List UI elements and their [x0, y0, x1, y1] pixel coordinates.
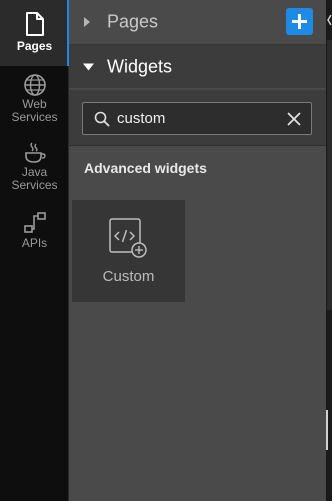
page-icon [25, 12, 44, 36]
search-icon [94, 111, 110, 127]
widgets-section-header[interactable]: Widgets [69, 44, 326, 88]
search-box [82, 102, 312, 135]
globe-icon [23, 74, 46, 96]
rail-item-label: Pages [16, 39, 53, 53]
widget-search-bar [69, 89, 326, 146]
coffee-icon [24, 142, 46, 163]
add-page-button[interactable] [286, 8, 313, 35]
pages-section-header[interactable]: Pages [69, 0, 326, 44]
api-icon [23, 212, 46, 233]
rail-item-apis[interactable]: APIs [0, 210, 69, 254]
clear-icon[interactable] [285, 110, 303, 128]
widgets-section-title: Widgets [107, 56, 173, 76]
widget-tile-label: Custom [102, 268, 155, 285]
scrollbar-thumb[interactable] [326, 410, 328, 450]
rail-item-label: APIs [21, 236, 48, 250]
pages-section-title: Pages [107, 11, 159, 32]
rail-item-pages[interactable]: Pages [0, 0, 69, 66]
edge-divider [327, 40, 332, 310]
collapse-chevron-icon[interactable] [326, 10, 332, 30]
rail-item-web-services[interactable]: Web Services [0, 70, 69, 126]
rail-item-label: Java Services [11, 165, 58, 192]
custom-code-icon [109, 218, 147, 258]
caret-right-icon [84, 17, 90, 27]
search-input[interactable] [117, 103, 282, 134]
category-heading: Advanced widgets [84, 160, 207, 176]
caret-down-icon [83, 63, 94, 70]
left-nav-rail: Pages Web Services Java Services APIs [0, 0, 69, 501]
widget-tile-custom[interactable]: Custom [72, 200, 185, 302]
widgets-panel: Pages Widgets Advanced widgets [69, 0, 326, 501]
rail-item-label: Web Services [11, 97, 58, 124]
rail-item-java-services[interactable]: Java Services [0, 140, 69, 196]
